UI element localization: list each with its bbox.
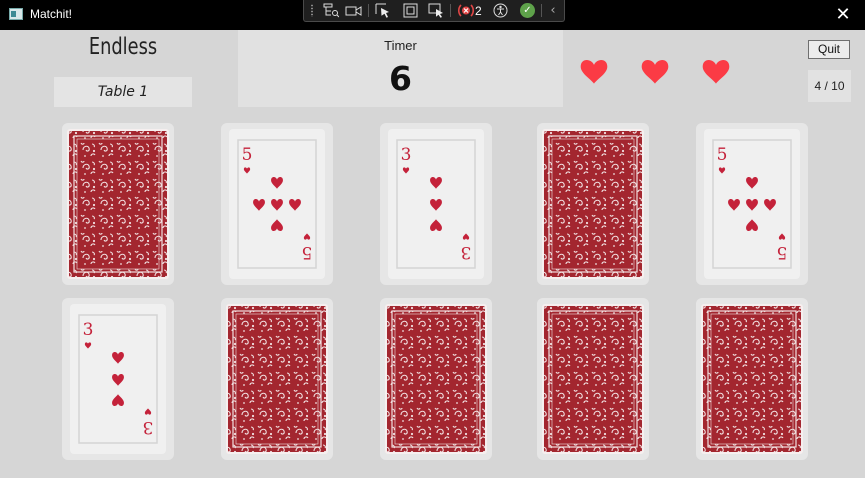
card-rank-top: 3 (401, 145, 412, 165)
card-face-up[interactable]: 33 (62, 298, 174, 460)
track-focus-icon[interactable] (427, 3, 445, 18)
live-visual-tree-icon[interactable] (322, 3, 340, 18)
card-face-5-hearts: 55 (704, 129, 800, 279)
card-rank-top: 5 (242, 145, 253, 165)
display-layout-adorners-icon[interactable] (401, 3, 419, 18)
card-face-down[interactable] (537, 123, 649, 285)
grip-icon[interactable] (308, 3, 316, 18)
xaml-debug-toolbar: 2 ✓ ‹ (303, 0, 565, 22)
card-face-up[interactable]: 55 (221, 123, 333, 285)
card-back-pattern (542, 129, 644, 279)
card-back-pattern (67, 129, 169, 279)
card-face-down[interactable] (380, 298, 492, 460)
card-face-5-hearts: 55 (229, 129, 325, 279)
toolbar-separator (541, 4, 542, 17)
card-back-pattern (385, 304, 487, 454)
card-face-down[interactable] (62, 123, 174, 285)
card-rank-bottom: 3 (143, 417, 154, 437)
record-video-icon[interactable] (344, 3, 362, 18)
binding-failures-button[interactable]: 2 (457, 3, 491, 18)
timer-value: 6 (389, 59, 412, 98)
card-face-3-hearts: 33 (70, 304, 166, 454)
card-face-down[interactable] (221, 298, 333, 460)
life-heart-icon (636, 53, 674, 87)
card-face-down[interactable] (537, 298, 649, 460)
binding-failures-count: 2 (475, 3, 482, 18)
window-close-button[interactable]: ✕ (821, 0, 865, 30)
card-rank-bottom: 5 (302, 242, 313, 262)
game-mode-title: Endless (88, 34, 158, 60)
app-icon (9, 8, 23, 20)
toolbar-separator (450, 4, 451, 17)
binding-failures-icon (457, 4, 475, 17)
accessibility-icon[interactable] (492, 3, 509, 18)
card-face-3-hearts: 33 (388, 129, 484, 279)
timer-label: Timer (384, 38, 417, 53)
window-title: Matchit! (30, 7, 73, 21)
table-name: Table 1 (54, 77, 192, 107)
collapse-chevron-icon[interactable]: ‹ (546, 3, 560, 18)
quit-button[interactable]: Quit (808, 40, 850, 59)
card-back-pattern (226, 304, 328, 454)
card-rank-bottom: 3 (461, 242, 472, 262)
life-heart-icon (575, 53, 613, 87)
card-back-pattern (701, 304, 803, 454)
card-face-up[interactable]: 33 (380, 123, 492, 285)
card-rank-top: 5 (717, 145, 728, 165)
card-face-up[interactable]: 55 (696, 123, 808, 285)
timer-panel: Timer 6 (238, 30, 563, 107)
card-back-pattern (542, 304, 644, 454)
window-titlebar: Matchit! 2 ✓ ‹ ✕ (0, 0, 865, 30)
select-element-icon[interactable] (374, 3, 392, 18)
card-rank-top: 3 (83, 320, 94, 340)
match-progress: 4 / 10 (808, 70, 851, 102)
life-heart-icon (697, 53, 735, 87)
card-face-down[interactable] (696, 298, 808, 460)
card-rank-bottom: 5 (777, 242, 788, 262)
toolbar-separator (368, 4, 369, 17)
checkmark-icon[interactable]: ✓ (519, 3, 536, 18)
